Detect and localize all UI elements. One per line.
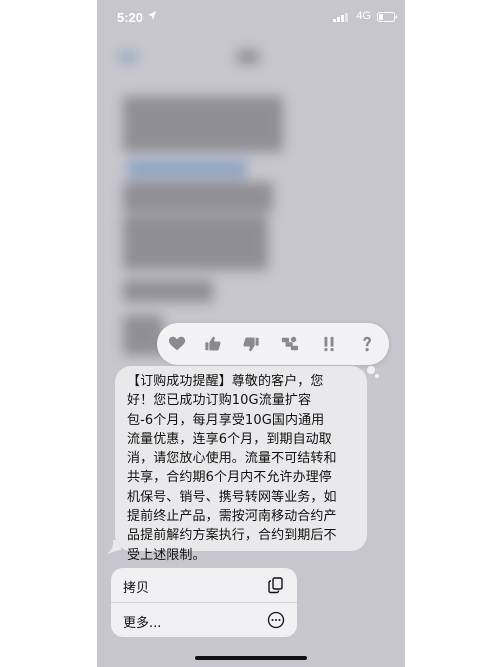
message-line: 包-6个月，每月享受10G国内通用 [127, 412, 325, 428]
cellular-signal-icon [333, 13, 348, 22]
message-line: 消，请您放心使用。流量不可结转和 [127, 451, 337, 467]
status-time: 5:20 [117, 10, 144, 25]
heart-icon [168, 336, 186, 351]
message-line: 流量优惠，连享6个月，到期自动取 [127, 431, 332, 447]
reaction-emphasize-button[interactable] [313, 323, 345, 365]
copy-menu-item[interactable]: 拷贝 [111, 568, 297, 602]
network-type: 4G [356, 10, 371, 22]
status-bar: 5:20 4G [97, 0, 405, 34]
location-arrow-icon [148, 11, 156, 20]
context-menu: 拷贝 更多... [111, 568, 297, 637]
message-line: 好！您已成功订购10G流量扩容 [127, 393, 312, 409]
reaction-bar-tail-dot [367, 366, 375, 374]
message-line: 共享，合约期6个月内不允许办理停 [127, 470, 332, 486]
more-menu-item[interactable]: 更多... [111, 603, 297, 637]
copy-menu-label: 拷贝 [123, 581, 150, 596]
message-line: 受上述限制。 [127, 547, 206, 563]
reaction-haha-button[interactable] [274, 323, 306, 365]
more-circle-icon [267, 611, 285, 629]
exclamation-icon [324, 336, 334, 352]
message-line: 机保号、销号、携号转网等业务，如 [127, 489, 337, 505]
reaction-question-button[interactable] [351, 323, 383, 365]
reaction-bar-tail-dot-small [375, 374, 379, 378]
reaction-heart-button[interactable] [161, 323, 193, 365]
home-indicator[interactable] [195, 656, 307, 660]
reaction-like-button[interactable] [197, 323, 229, 365]
copy-icon [268, 577, 283, 594]
reaction-bar [157, 323, 389, 365]
message-line: 提前终止产品，需按河南移动合约产 [127, 509, 337, 525]
phone-screen: 5:20 4G 【订购成功提醒】尊敬的客户，您 好！您已成功订购10G流量扩容 … [97, 0, 405, 667]
reaction-dislike-button[interactable] [235, 323, 267, 365]
haha-icon [281, 336, 299, 351]
thumbs-up-icon [205, 336, 221, 351]
question-icon [363, 336, 371, 352]
message-line: 品提前解约方案执行，合约到期后不 [127, 528, 337, 544]
battery-icon [377, 12, 397, 22]
thumbs-down-icon [243, 337, 259, 352]
more-menu-label: 更多... [123, 616, 162, 631]
message-bubble-tail [107, 540, 121, 554]
message-text: 【订购成功提醒】尊敬的客户，您 好！您已成功订购10G流量扩容 包-6个月，每月… [127, 372, 367, 565]
message-line: 【订购成功提醒】尊敬的客户，您 [127, 374, 324, 389]
